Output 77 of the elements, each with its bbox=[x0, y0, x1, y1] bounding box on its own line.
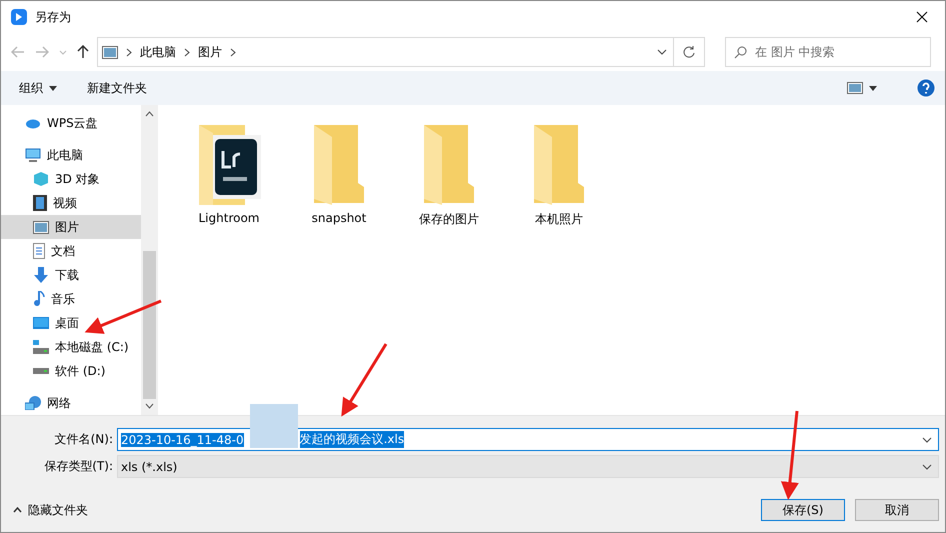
drive-icon bbox=[33, 340, 49, 354]
refresh-icon bbox=[683, 46, 695, 58]
nav-item[interactable]: 桌面 bbox=[1, 311, 141, 335]
nav-item[interactable]: 文档 bbox=[1, 239, 141, 263]
nav-item[interactable]: 本地磁盘 (C:) bbox=[1, 335, 141, 359]
close-icon bbox=[916, 11, 928, 23]
save-button[interactable]: 保存(S) bbox=[761, 499, 845, 521]
refresh-button[interactable] bbox=[673, 37, 705, 67]
cube-icon bbox=[33, 171, 49, 187]
nav-item[interactable]: 网络 bbox=[1, 391, 141, 415]
scroll-down-icon bbox=[145, 403, 154, 409]
back-button[interactable] bbox=[9, 44, 27, 60]
drive-icon bbox=[33, 367, 49, 375]
network-icon bbox=[25, 396, 41, 410]
image-icon bbox=[847, 82, 863, 94]
chevron-icon bbox=[126, 48, 132, 56]
window-title: 另存为 bbox=[35, 8, 72, 26]
help-icon bbox=[917, 79, 935, 97]
folder-icon bbox=[312, 123, 366, 205]
dropdown-caret-icon bbox=[922, 436, 932, 442]
folder-icon bbox=[197, 123, 261, 205]
nav-item[interactable]: 下载 bbox=[1, 263, 141, 287]
help-button[interactable] bbox=[917, 79, 935, 97]
up-arrow-icon bbox=[77, 45, 89, 59]
cloud-icon bbox=[25, 117, 41, 129]
forward-button[interactable] bbox=[33, 44, 51, 60]
dropdown-caret-icon bbox=[657, 49, 667, 55]
app-icon bbox=[11, 9, 27, 25]
image-icon bbox=[33, 220, 49, 234]
file-type-label: 保存类型(T): bbox=[43, 458, 113, 475]
folder-name[interactable]: 保存的图片 bbox=[419, 211, 479, 228]
history-button[interactable] bbox=[57, 48, 69, 56]
file-name-field[interactable]: 2023-10-16_11-48-0 发起的视频会议.xls bbox=[117, 428, 939, 451]
redaction-block bbox=[250, 404, 298, 448]
view-menu[interactable] bbox=[847, 82, 877, 94]
address-bar[interactable]: 此电脑 图片 bbox=[97, 37, 674, 67]
scrollbar[interactable] bbox=[141, 105, 158, 415]
film-icon bbox=[33, 195, 47, 211]
forward-arrow-icon bbox=[35, 46, 49, 58]
folder-name[interactable]: 本机照片 bbox=[535, 211, 583, 228]
cancel-button[interactable]: 取消 bbox=[855, 499, 939, 521]
file-type-dropdown[interactable]: xls (*.xls) bbox=[117, 455, 939, 478]
nav-item[interactable]: 软件 (D:) bbox=[1, 359, 141, 383]
hide-folders-toggle[interactable]: 隐藏文件夹 bbox=[13, 502, 88, 518]
dropdown-caret-icon bbox=[922, 464, 932, 470]
folder-name[interactable]: Lightroom bbox=[198, 211, 260, 225]
breadcrumb[interactable]: 图片 bbox=[198, 44, 222, 60]
up-button[interactable] bbox=[75, 43, 91, 61]
file-name-label: 文件名(N): bbox=[54, 431, 113, 448]
breadcrumb[interactable]: 此电脑 bbox=[140, 44, 176, 60]
scroll-up-icon bbox=[145, 111, 154, 117]
chevron-icon bbox=[230, 48, 236, 56]
folder-icon bbox=[532, 123, 586, 205]
music-note-icon bbox=[33, 291, 45, 307]
nav-item[interactable]: 图片 bbox=[1, 215, 141, 239]
chevron-up-icon bbox=[13, 507, 22, 513]
back-arrow-icon bbox=[11, 46, 25, 58]
monitor-icon bbox=[25, 148, 41, 162]
search-field[interactable]: 在 图片 中搜索 bbox=[725, 37, 931, 67]
nav-item[interactable]: 此电脑 bbox=[1, 143, 141, 167]
caret-icon bbox=[59, 50, 67, 54]
search-icon bbox=[734, 46, 747, 58]
document-icon bbox=[33, 243, 45, 259]
organize-menu[interactable]: 组织 bbox=[19, 80, 57, 96]
nav-item[interactable]: WPS云盘 bbox=[1, 111, 141, 135]
download-arrow-icon bbox=[33, 267, 49, 283]
chevron-icon bbox=[184, 48, 190, 56]
nav-item[interactable]: 视频 bbox=[1, 191, 141, 215]
desktop-icon bbox=[33, 317, 49, 329]
folder-icon bbox=[422, 123, 476, 205]
folder-name[interactable]: snapshot bbox=[312, 211, 366, 225]
nav-item[interactable]: 3D 对象 bbox=[1, 167, 141, 191]
caret-icon bbox=[49, 86, 57, 90]
image-icon bbox=[102, 46, 118, 58]
nav-item[interactable]: 音乐 bbox=[1, 287, 141, 311]
new-folder-button[interactable]: 新建文件夹 bbox=[87, 80, 147, 96]
caret-icon bbox=[869, 86, 877, 90]
